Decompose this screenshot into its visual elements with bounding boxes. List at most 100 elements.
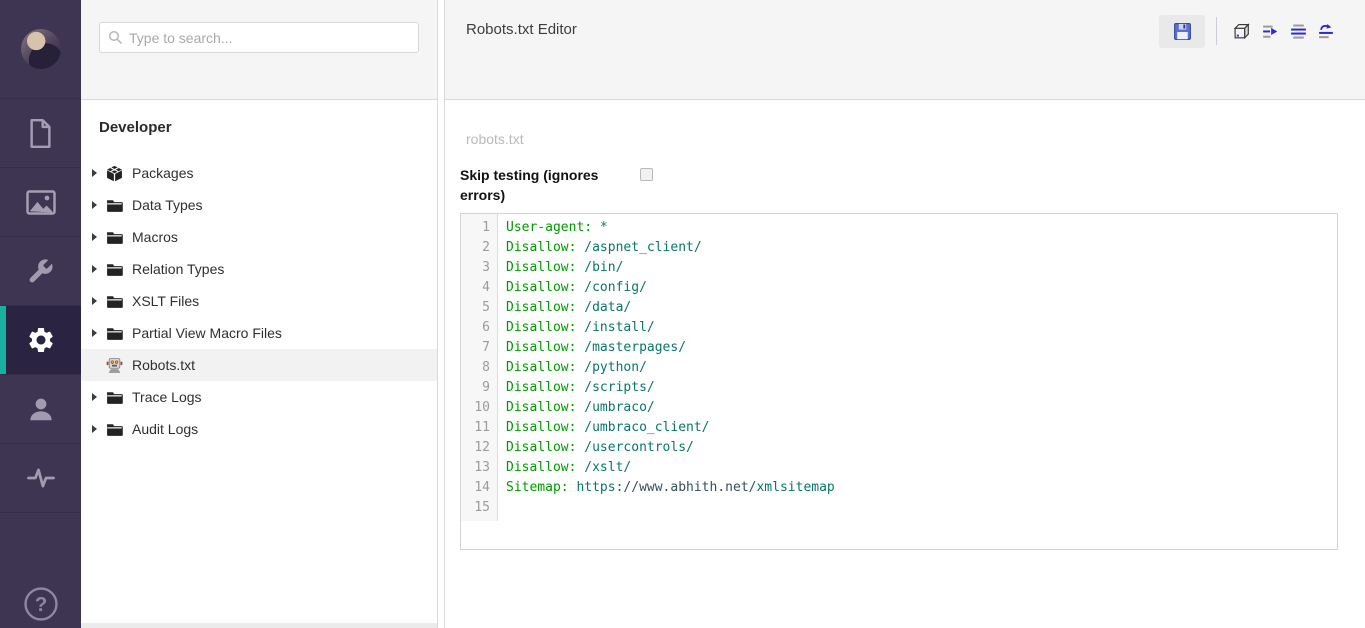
code-token: Disallow: — [506, 360, 584, 375]
code-line[interactable]: Disallow: /aspnet_client/ — [506, 238, 1337, 258]
code-line[interactable]: Disallow: /usercontrols/ — [506, 438, 1337, 458]
folder-icon — [106, 294, 123, 309]
line-number: 10 — [461, 398, 497, 418]
line-number: 12 — [461, 438, 497, 458]
editor-gutter: 123456789101112131415 — [461, 214, 498, 521]
line-number: 15 — [461, 498, 497, 518]
skip-testing-checkbox[interactable] — [640, 168, 653, 181]
sidebar-item-icon — [27, 118, 54, 149]
code-token: /umbraco_client/ — [584, 420, 709, 435]
sidebar-item-icon — [26, 190, 56, 215]
macro-cube-icon — [1233, 22, 1252, 41]
format-lines-icon — [1289, 22, 1308, 41]
user-avatar[interactable] — [21, 29, 61, 69]
tree-item-icon — [106, 421, 123, 438]
expand-caret-icon[interactable] — [92, 233, 97, 241]
tree-item-icon — [106, 261, 123, 278]
expand-caret-icon[interactable] — [92, 393, 97, 401]
help-button[interactable]: ? — [0, 586, 81, 622]
expand-caret-icon[interactable] — [92, 329, 97, 337]
active-section-bar — [0, 306, 6, 374]
code-token: /bin/ — [584, 260, 623, 275]
tree-item-icon — [106, 389, 123, 406]
code-line[interactable]: Disallow: /umbraco/ — [506, 398, 1337, 418]
insert-macro-button[interactable] — [1229, 18, 1255, 44]
sidebar-item-icon — [26, 325, 56, 355]
wrench-icon — [26, 257, 55, 286]
code-token: Disallow: — [506, 260, 584, 275]
tree-item-label: Relation Types — [132, 261, 224, 277]
tree-item-trace-logs[interactable]: Trace Logs — [81, 381, 437, 413]
expand-caret-icon[interactable] — [92, 425, 97, 433]
search-input[interactable] — [129, 30, 410, 46]
line-number: 11 — [461, 418, 497, 438]
code-token: /config/ — [584, 280, 647, 295]
tree-item-label: Partial View Macro Files — [132, 325, 282, 341]
code-token: https — [576, 480, 615, 495]
tree-item-label: Trace Logs — [132, 389, 202, 405]
sidebar-item-content[interactable] — [0, 99, 81, 168]
format-button[interactable] — [1285, 18, 1311, 44]
code-line[interactable]: Disallow: /bin/ — [506, 258, 1337, 278]
sidebar-item-icon — [26, 257, 55, 286]
panel-splitter[interactable] — [438, 0, 445, 628]
tree-horizontal-scrollbar[interactable] — [81, 623, 437, 628]
sidebar-item-media[interactable] — [0, 168, 81, 237]
expand-caret-icon[interactable] — [92, 169, 97, 177]
code-token: ://www.abhith.net/ — [616, 480, 757, 495]
code-token: User-agent: — [506, 220, 600, 235]
indent-icon — [1261, 22, 1280, 41]
editor-code-area[interactable]: User-agent: *Disallow: /aspnet_client/Di… — [499, 214, 1337, 549]
tree-item-icon — [106, 197, 123, 214]
document-icon — [27, 118, 54, 149]
tree-item-packages[interactable]: Packages — [81, 157, 437, 189]
tree-item-icon — [106, 229, 123, 246]
expand-caret-icon[interactable] — [92, 201, 97, 209]
code-line[interactable]: Disallow: /umbraco_client/ — [506, 418, 1337, 438]
tree-item-robots-txt[interactable]: Robots.txt — [81, 349, 437, 381]
expand-caret-icon[interactable] — [92, 297, 97, 305]
robot-icon — [106, 357, 123, 374]
tree-item-audit-logs[interactable]: Audit Logs — [81, 413, 437, 445]
code-line[interactable]: User-agent: * — [506, 218, 1337, 238]
indent-button[interactable] — [1257, 18, 1283, 44]
line-number: 2 — [461, 238, 497, 258]
tree-item-partial-view-macro-files[interactable]: Partial View Macro Files — [81, 317, 437, 349]
code-line[interactable]: Disallow: /install/ — [506, 318, 1337, 338]
line-number: 7 — [461, 338, 497, 358]
tree-item-data-types[interactable]: Data Types — [81, 189, 437, 221]
tree-search-header — [81, 0, 437, 100]
tree-item-relation-types[interactable]: Relation Types — [81, 253, 437, 285]
folder-icon — [106, 262, 123, 277]
folder-icon — [106, 422, 123, 437]
sidebar-item-settings[interactable] — [0, 237, 81, 306]
code-line[interactable]: Disallow: /xslt/ — [506, 458, 1337, 478]
page-title: Robots.txt Editor — [466, 21, 577, 38]
search-box — [99, 22, 419, 53]
tree-item-xslt-files[interactable]: XSLT Files — [81, 285, 437, 317]
code-line[interactable]: Disallow: /config/ — [506, 278, 1337, 298]
undo-format-button[interactable] — [1313, 18, 1339, 44]
folder-icon — [106, 390, 123, 405]
tree-item-label: XSLT Files — [132, 293, 199, 309]
code-token: Disallow: — [506, 320, 584, 335]
save-button[interactable] — [1159, 15, 1205, 48]
code-line[interactable]: Disallow: /scripts/ — [506, 378, 1337, 398]
pulse-icon — [26, 463, 56, 493]
code-token: Disallow: — [506, 280, 584, 295]
sidebar-item-developer[interactable] — [0, 306, 81, 375]
sidebar-item-users[interactable] — [0, 375, 81, 444]
code-line[interactable]: Disallow: /python/ — [506, 358, 1337, 378]
sidebar-item-health[interactable] — [0, 444, 81, 513]
tree-item-macros[interactable]: Macros — [81, 221, 437, 253]
code-line[interactable]: Disallow: /data/ — [506, 298, 1337, 318]
code-editor[interactable]: 123456789101112131415 User-agent: *Disal… — [460, 213, 1338, 550]
code-line[interactable]: Disallow: /masterpages/ — [506, 338, 1337, 358]
avatar-area — [0, 0, 81, 99]
app-sidebar: ? — [0, 0, 81, 628]
expand-caret-icon[interactable] — [92, 265, 97, 273]
code-line[interactable] — [506, 498, 1337, 518]
search-icon — [108, 30, 123, 45]
code-line[interactable]: Sitemap: https://www.abhith.net/xmlsitem… — [506, 478, 1337, 498]
tree-item-icon — [106, 357, 123, 374]
